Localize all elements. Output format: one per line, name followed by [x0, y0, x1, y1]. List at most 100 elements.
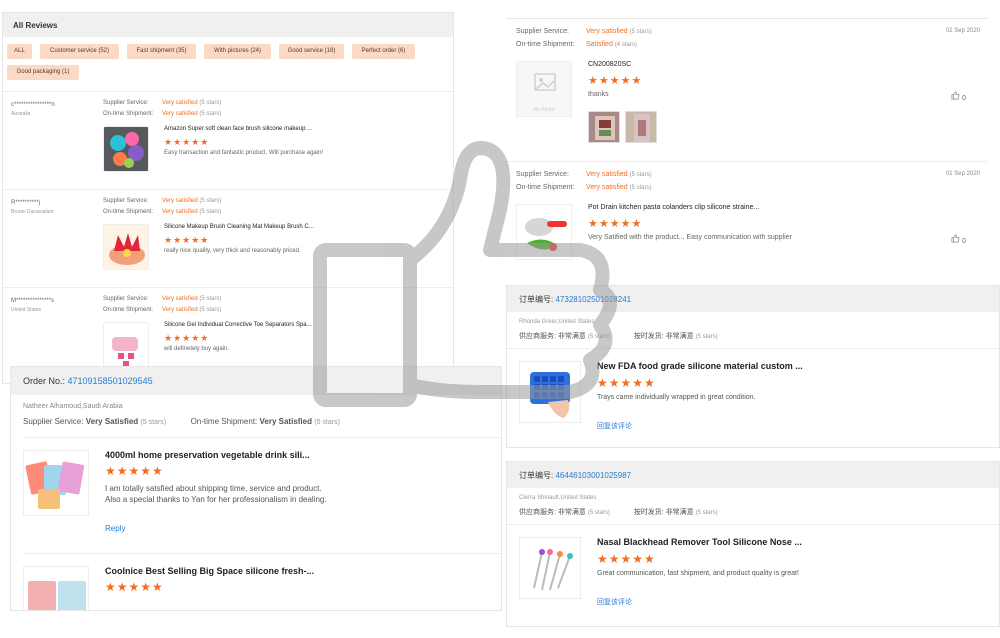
- like-count: 0: [962, 95, 966, 102]
- product-thumbnail[interactable]: [103, 126, 149, 172]
- product-title[interactable]: 4000ml home preservation vegetable drink…: [105, 450, 310, 460]
- supplier-service-value: Very satisfied (5 stars): [162, 296, 222, 302]
- product-title[interactable]: Coolnice Best Selling Big Space silicone…: [105, 566, 314, 576]
- filter-chip-good-packaging[interactable]: Good packaging (1): [7, 65, 79, 80]
- order-header: 订单编号: 46446103001025987: [507, 462, 999, 488]
- review-comment: Great communication, fast shipment, and …: [597, 570, 799, 577]
- supplier-service-label: Supplier Service:: [103, 100, 149, 106]
- review-date: 01 Sep 2020: [945, 171, 980, 177]
- rating-stars: ★★★★★: [164, 235, 210, 245]
- reviewer-name: c****************n: [11, 102, 55, 108]
- reply-link[interactable]: Reply: [105, 524, 125, 533]
- like-count: 0: [962, 238, 966, 245]
- review-item: Supplier Service: On-time Shipment: Very…: [506, 19, 988, 162]
- filter-chip-fast-shipment[interactable]: Fast shipment (35): [127, 44, 196, 59]
- product-thumbnail[interactable]: [23, 566, 89, 610]
- product-title[interactable]: Nasal Blackhead Remover Tool Silicone No…: [597, 537, 802, 547]
- reviewer-name: M***************s: [11, 298, 55, 304]
- product-title[interactable]: Silicone Gel Individual Corrective Toe S…: [164, 322, 312, 328]
- order-number-link[interactable]: 46446103001025987: [555, 471, 631, 480]
- shipment-value: Very satisfied (5 stars): [162, 111, 222, 117]
- shipment-label: On-time Shipment:: [516, 41, 575, 48]
- shipment-value: Very satisfied (5 stars): [586, 184, 652, 191]
- order-review-panel: 订单编号: 47328102501028241 Rhonda Greer,Uni…: [506, 285, 1000, 448]
- rating-summary: Supplier Service: Very Satisfied (5 star…: [23, 417, 340, 426]
- product-title[interactable]: CN200820SC: [588, 61, 631, 68]
- shipment-value: Very satisfied (5 stars): [162, 209, 222, 215]
- order-number-link[interactable]: 47328102501028241: [555, 295, 631, 304]
- product-thumbnail[interactable]: No Photo: [516, 61, 572, 117]
- like-button[interactable]: 0: [951, 234, 966, 245]
- order-review-panel: Order No.: 47109158501029545 Natheer Alh…: [10, 366, 502, 611]
- review-item: R**********j Brunei Darussalam Supplier …: [3, 189, 453, 287]
- order-label: Order No.:: [23, 376, 66, 386]
- all-reviews-header: All Reviews: [3, 13, 453, 37]
- supplier-service-value: Very satisfied (5 stars): [162, 100, 222, 106]
- order-header: 订单编号: 47328102501028241: [507, 286, 999, 312]
- supplier-service-value: Very satisfied (5 stars): [586, 28, 652, 35]
- reviewer-country: United States: [11, 307, 42, 313]
- no-photo-label: No Photo: [533, 107, 555, 113]
- filter-chip-good-service[interactable]: Good service (18): [279, 44, 344, 59]
- product-title[interactable]: Silicone Makeup Brush Cleaning Mat Makeu…: [164, 224, 314, 230]
- rating-stars: ★★★★★: [105, 580, 164, 594]
- filter-chip-customer-service[interactable]: Customer service (52): [40, 44, 119, 59]
- like-button[interactable]: 0: [951, 91, 966, 102]
- rating-summary: 供应商服务: 非常满意 (5 stars) 按时发货: 非常满意 (5 star…: [519, 333, 718, 340]
- reviewer-country: Australia: [11, 111, 31, 117]
- review-date: 02 Sep 2020: [945, 28, 980, 34]
- supplier-reviews-panel: Supplier Service: On-time Shipment: Very…: [506, 18, 988, 280]
- review-item: Supplier Service: On-time Shipment: Very…: [506, 162, 988, 280]
- shipment-label: On-time Shipment:: [103, 307, 154, 313]
- rating-stars: ★★★★★: [597, 376, 656, 390]
- product-thumbnail[interactable]: [103, 224, 149, 270]
- shipment-value: Very satisfied (5 stars): [162, 307, 222, 313]
- review-photo[interactable]: [588, 111, 620, 143]
- no-photo-icon: [534, 73, 556, 91]
- product-thumbnail[interactable]: [519, 537, 581, 599]
- rating-stars: ★★★★★: [597, 552, 656, 566]
- supplier-service-label: Supplier Service:: [516, 171, 569, 178]
- filter-chip-perfect-order[interactable]: Perfect order (6): [352, 44, 415, 59]
- supplier-service-label: Supplier Service:: [103, 296, 149, 302]
- product-title[interactable]: Amazon Super soft clean face brush silic…: [164, 126, 312, 132]
- product-title[interactable]: Pot Drain kitchen pasta colanders clip s…: [588, 204, 759, 211]
- shipment-label: On-time Shipment:: [103, 209, 154, 215]
- product-title[interactable]: New FDA food grade silicone material cus…: [597, 361, 803, 371]
- filter-chip-all[interactable]: ALL: [7, 44, 32, 59]
- thumbs-up-icon: [951, 91, 962, 102]
- review-comment: I am totally satsfied about shipping tim…: [105, 484, 327, 504]
- supplier-service-value: Very satisfied (5 stars): [586, 171, 652, 178]
- review-comment: really nice quality, very thick and reas…: [164, 248, 301, 254]
- order-item: Coolnice Best Selling Big Space silicone…: [23, 553, 501, 610]
- product-thumbnail[interactable]: [23, 450, 89, 516]
- review-comment: will definetely buy again.: [164, 346, 230, 352]
- thumbs-up-icon: [951, 234, 962, 245]
- rating-stars: ★★★★★: [164, 333, 210, 343]
- order-item: 4000ml home preservation vegetable drink…: [23, 437, 501, 552]
- filter-chip-with-pictures[interactable]: With pictures (24): [204, 44, 271, 59]
- rating-stars: ★★★★★: [588, 75, 643, 87]
- product-thumbnail[interactable]: [516, 204, 572, 260]
- buyer-info: Rhonda Greer,United States: [519, 319, 595, 325]
- order-label: 订单编号:: [519, 295, 554, 304]
- buyer-info: Cierra Shinault,United States: [519, 495, 597, 501]
- rating-stars: ★★★★★: [105, 464, 164, 478]
- order-item: New FDA food grade silicone material cus…: [507, 348, 999, 447]
- product-thumbnail[interactable]: [519, 361, 581, 423]
- order-number-link[interactable]: 47109158501029545: [68, 376, 153, 386]
- order-item: Nasal Blackhead Remover Tool Silicone No…: [507, 524, 999, 626]
- review-comment: Very Satified with the product... Easy c…: [588, 234, 792, 241]
- reply-link[interactable]: 回复该评论: [597, 421, 632, 431]
- reviewer-name: R**********j: [11, 200, 41, 206]
- supplier-service-label: Supplier Service:: [516, 28, 569, 35]
- review-photo[interactable]: [625, 111, 657, 143]
- order-review-panel: 订单编号: 46446103001025987 Cierra Shinault,…: [506, 461, 1000, 627]
- product-thumbnail[interactable]: [103, 322, 149, 368]
- shipment-label: On-time Shipment:: [103, 111, 154, 117]
- reply-link[interactable]: 回复该评论: [597, 597, 632, 607]
- rating-stars: ★★★★★: [164, 137, 210, 147]
- supplier-service-label: Supplier Service:: [103, 198, 149, 204]
- shipment-label: On-time Shipment:: [516, 184, 575, 191]
- all-reviews-panel: All Reviews ALL Customer service (52) Fa…: [2, 12, 454, 384]
